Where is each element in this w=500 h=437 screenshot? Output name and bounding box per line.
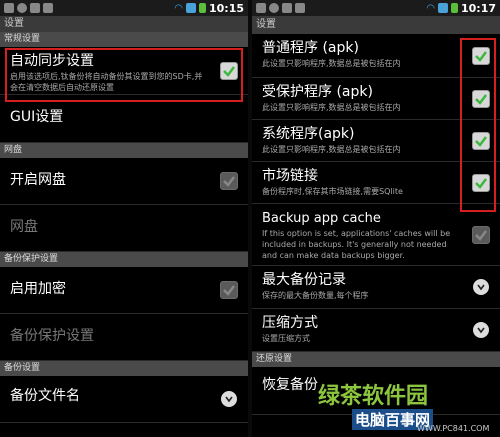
market-link-setting[interactable]: 市场链接 备份程序时,保存其市场链接,需要SQlite xyxy=(252,162,500,204)
setting-title: 最大备份记录 xyxy=(262,272,346,288)
clock: 10:17 xyxy=(460,1,496,15)
gui-setting[interactable]: GUI设置 xyxy=(0,95,248,143)
section-backup: 备份设置 xyxy=(0,361,248,376)
compression-setting[interactable]: 压缩方式 设置压缩方式 xyxy=(252,309,500,352)
normal-apps-checkbox[interactable] xyxy=(472,46,490,65)
system-apps-setting[interactable]: 系统程序(apk) 此设置只影响程序,数据总是被包括在内 xyxy=(252,120,500,162)
backup-cache-setting[interactable]: Backup app cache If this option is set, … xyxy=(252,204,500,266)
netdisk-setting[interactable]: 网盘 xyxy=(0,205,248,252)
notification-icon xyxy=(269,3,279,13)
screen-title: 设置 xyxy=(0,16,248,32)
clock: 10:15 xyxy=(208,1,244,15)
chevron-down-icon[interactable] xyxy=(473,322,489,338)
setting-title: 备份文件名 xyxy=(10,388,80,404)
usb-icon xyxy=(256,3,266,13)
setting-title: 普通程序 (apk) xyxy=(262,40,359,56)
setting-title: 网盘 xyxy=(10,219,38,235)
setting-summary: 此设置只影响程序,数据总是被包括在内 xyxy=(262,145,401,154)
backup-protect-setting[interactable]: 备份保护设置 xyxy=(0,314,248,361)
checkmark-icon xyxy=(475,135,487,147)
auto-sync-setting[interactable]: 自动同步设置 启用该选项后,钛备份将自动备份其设置到您的SD卡,并会在清空数据后… xyxy=(0,47,248,95)
section-backup-protect: 备份保护设置 xyxy=(0,252,248,267)
status-bar: ◠ 10:17 xyxy=(252,0,500,16)
setting-title: 自动同步设置 xyxy=(10,53,94,69)
checkmark-icon xyxy=(223,285,235,296)
checkmark-icon xyxy=(475,229,487,241)
backup-filename-setting[interactable]: 备份文件名 xyxy=(0,376,248,423)
sync-icon xyxy=(43,3,53,13)
protected-apps-checkbox[interactable] xyxy=(472,89,490,108)
battery-icon xyxy=(198,3,206,13)
encryption-checkbox[interactable] xyxy=(220,281,238,299)
chevron-down-icon[interactable] xyxy=(221,391,237,407)
watermark-brand: 绿茶软件园 xyxy=(318,384,429,409)
setting-summary: 启用该选项后,钛备份将自动备份其设置到您的SD卡,并会在清空数据后自动还原设置 xyxy=(10,72,203,92)
setting-title: Backup app cache xyxy=(262,211,381,226)
market-link-checkbox[interactable] xyxy=(472,173,490,192)
checkmark-icon xyxy=(475,177,487,189)
auto-sync-checkbox[interactable] xyxy=(220,61,238,80)
normal-apps-setting[interactable]: 普通程序 (apk) 此设置只影响程序,数据总是被包括在内 xyxy=(252,34,500,78)
setting-summary: If this option is set, applications' cac… xyxy=(262,229,451,260)
screen-title: 设置 xyxy=(252,16,500,34)
notification-icon xyxy=(17,3,27,13)
section-general: 常规设置 xyxy=(0,32,248,47)
right-settings-panel: ◠ 10:17 设置 普通程序 (apk) 此设置只影响程序,数据总是被包括在内… xyxy=(252,0,500,437)
protected-apps-setting[interactable]: 受保护程序 (apk) 此设置只影响程序,数据总是被包括在内 xyxy=(252,78,500,120)
setting-title: 市场链接 xyxy=(262,168,318,184)
setting-title: GUI设置 xyxy=(10,109,64,125)
setting-title: 开启网盘 xyxy=(10,172,66,188)
checkmark-icon xyxy=(223,176,235,187)
watermark-url: WWW.PC841.COM xyxy=(417,424,490,433)
app-icon xyxy=(30,3,40,13)
section-restore: 还原设置 xyxy=(252,352,500,367)
setting-summary: 备份程序时,保存其市场链接,需要SQlite xyxy=(262,187,403,196)
setting-title: 压缩方式 xyxy=(262,315,318,331)
system-apps-checkbox[interactable] xyxy=(472,131,490,150)
setting-summary: 此设置只影响程序,数据总是被包括在内 xyxy=(262,103,401,112)
battery-icon xyxy=(450,3,458,13)
status-bar: ◠ 10:15 xyxy=(0,0,248,16)
setting-title: 备份保护设置 xyxy=(10,328,94,344)
checkmark-icon xyxy=(475,50,487,62)
max-backups-setting[interactable]: 最大备份记录 保存的最大备份数量,每个程序 xyxy=(252,266,500,309)
backup-cache-checkbox[interactable] xyxy=(472,225,490,244)
checkmark-icon xyxy=(475,93,487,105)
enable-encryption-setting[interactable]: 启用加密 xyxy=(0,267,248,314)
checkmark-icon xyxy=(223,65,235,77)
open-netdisk-setting[interactable]: 开启网盘 xyxy=(0,158,248,205)
setting-title: 系统程序(apk) xyxy=(262,126,355,142)
setting-summary: 保存的最大备份数量,每个程序 xyxy=(262,291,369,300)
setting-title: 受保护程序 (apk) xyxy=(262,84,373,100)
setting-summary: 设置压缩方式 xyxy=(262,334,310,343)
chevron-down-icon[interactable] xyxy=(473,279,489,295)
sync-icon xyxy=(295,3,305,13)
open-netdisk-checkbox[interactable] xyxy=(220,172,238,190)
left-settings-panel: ◠ 10:15 设置 常规设置 自动同步设置 启用该选项后,钛备份将自动备份其设… xyxy=(0,0,248,437)
setting-summary: 此设置只影响程序,数据总是被包括在内 xyxy=(262,59,401,68)
signal-icon xyxy=(185,3,196,13)
app-icon xyxy=(282,3,292,13)
section-netdisk: 网盘 xyxy=(0,143,248,158)
wifi-icon: ◠ xyxy=(426,2,435,14)
setting-title: 启用加密 xyxy=(10,281,66,297)
wifi-icon: ◠ xyxy=(174,2,183,14)
signal-icon xyxy=(437,3,448,13)
usb-icon xyxy=(4,3,14,13)
